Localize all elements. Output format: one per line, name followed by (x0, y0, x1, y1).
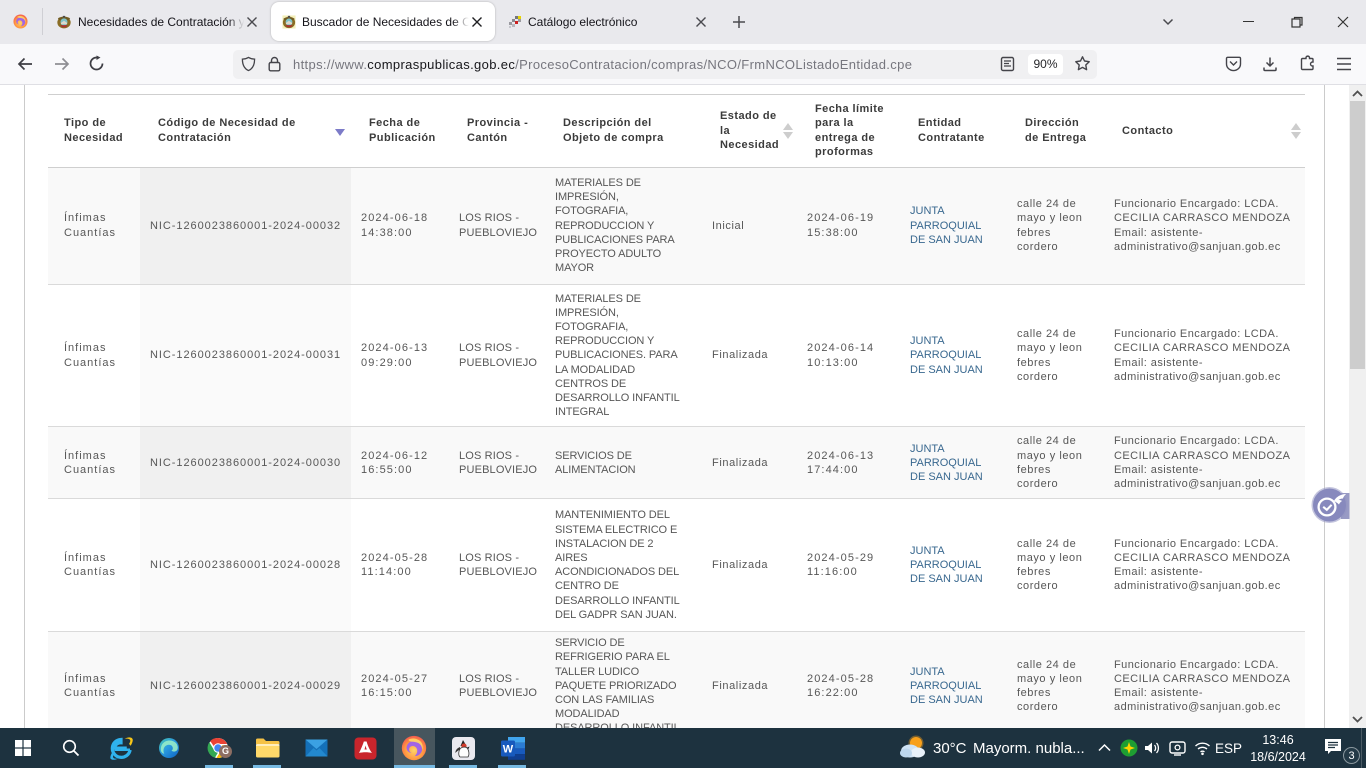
svg-text:W: W (503, 744, 514, 756)
